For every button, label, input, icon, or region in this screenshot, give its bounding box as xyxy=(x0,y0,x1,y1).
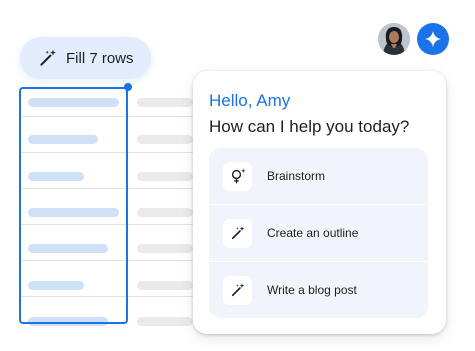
cell-placeholder xyxy=(137,172,193,181)
help-prompt-text: How can I help you today? xyxy=(209,117,410,136)
suggestion-write-blog-post[interactable]: Write a blog post xyxy=(209,262,428,318)
suggestion-create-outline[interactable]: Create an outline xyxy=(209,205,428,261)
magic-wand-icon xyxy=(38,47,60,69)
suggestion-label: Create an outline xyxy=(267,226,359,240)
selected-column[interactable] xyxy=(19,87,128,324)
cell-placeholder xyxy=(137,98,193,107)
lightbulb-sparkle-icon xyxy=(223,161,252,191)
magic-wand-icon xyxy=(223,275,252,305)
greeting-text: Hello, Amy xyxy=(209,91,291,110)
user-avatar[interactable] xyxy=(378,23,410,55)
cell-placeholder xyxy=(137,208,193,217)
avatar-image xyxy=(378,23,410,55)
gemini-sparkle-icon xyxy=(424,30,442,48)
gemini-panel: Hello, Amy How can I help you today? Bra… xyxy=(193,71,446,334)
gemini-button[interactable] xyxy=(417,23,449,55)
cell-placeholder xyxy=(137,244,193,253)
suggestion-label: Brainstorm xyxy=(267,169,326,183)
suggestion-list: Brainstorm Create an outline Write a blo… xyxy=(209,148,428,318)
fill-rows-label: Fill 7 rows xyxy=(66,49,134,67)
suggestion-label: Write a blog post xyxy=(267,283,357,297)
cell-placeholder xyxy=(137,135,193,144)
fill-rows-button[interactable]: Fill 7 rows xyxy=(20,37,151,79)
cell-placeholder xyxy=(137,281,193,290)
magic-wand-icon xyxy=(223,218,252,248)
suggestion-brainstorm[interactable]: Brainstorm xyxy=(209,148,428,204)
selection-handle[interactable] xyxy=(124,83,132,91)
cell-placeholder xyxy=(137,317,193,326)
